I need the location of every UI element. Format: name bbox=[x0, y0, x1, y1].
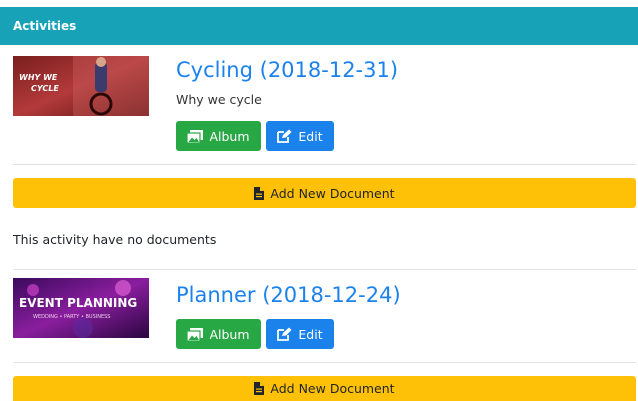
images-icon bbox=[187, 327, 204, 341]
pencil-square-icon bbox=[277, 129, 292, 143]
no-documents-text: This activity have no documents bbox=[13, 232, 217, 247]
cycling-thumbnail: WHY WE CYCLE bbox=[13, 56, 149, 116]
cycling-description: Why we cycle bbox=[176, 92, 262, 107]
edit-button-label: Edit bbox=[298, 326, 323, 342]
pencil-square-icon bbox=[277, 327, 292, 341]
cycling-album-button[interactable]: Album bbox=[176, 121, 261, 151]
cycling-thumb-line2: CYCLE bbox=[31, 84, 59, 93]
cycling-title-link[interactable]: Cycling (2018-12-31) bbox=[176, 58, 398, 82]
planner-album-button[interactable]: Album bbox=[176, 319, 261, 349]
cycling-thumb-line1: WHY WE bbox=[19, 73, 58, 82]
activities-header: Activities bbox=[0, 7, 638, 45]
activity-divider bbox=[13, 164, 636, 165]
album-button-label: Album bbox=[209, 326, 250, 342]
planner-thumbnail: EVENT PLANNING WEDDING • PARTY • BUSINES… bbox=[13, 278, 149, 338]
file-icon bbox=[254, 382, 265, 395]
planner-thumb-line2: WEDDING • PARTY • BUSINESS bbox=[33, 314, 110, 320]
cycling-edit-button[interactable]: Edit bbox=[266, 121, 334, 151]
activity-divider bbox=[13, 362, 636, 363]
file-icon bbox=[254, 186, 265, 200]
edit-button-label: Edit bbox=[298, 128, 323, 144]
add-document-label: Add New Document bbox=[270, 381, 395, 396]
planner-add-document-button[interactable]: Add New Document bbox=[13, 376, 636, 401]
planner-edit-button[interactable]: Edit bbox=[266, 319, 334, 349]
album-button-label: Album bbox=[209, 128, 250, 144]
planner-thumb-line1: EVENT PLANNING bbox=[19, 296, 137, 310]
add-document-label: Add New Document bbox=[270, 185, 395, 201]
images-icon bbox=[187, 129, 204, 143]
cycling-add-document-button[interactable]: Add New Document bbox=[13, 178, 636, 208]
header-title: Activities bbox=[13, 19, 77, 33]
activity-divider bbox=[13, 269, 636, 270]
planner-title-link[interactable]: Planner (2018-12-24) bbox=[176, 283, 401, 307]
